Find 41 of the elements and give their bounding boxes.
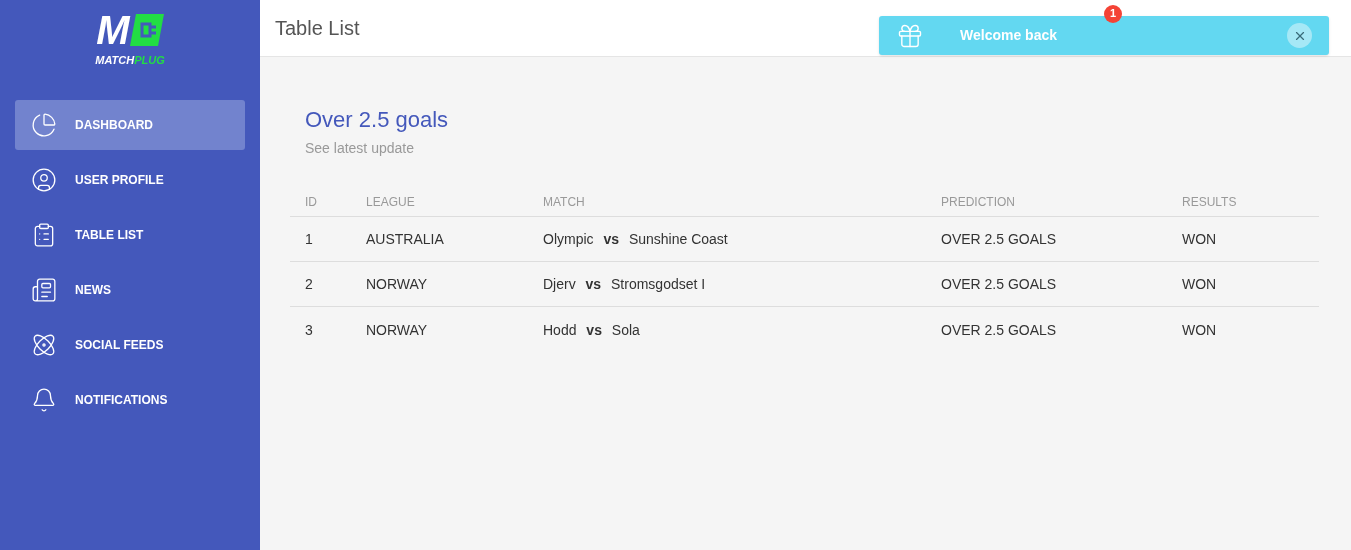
atom-icon xyxy=(31,332,57,358)
table-cell: 3 xyxy=(305,321,313,338)
table-cell: 2 xyxy=(305,276,313,292)
nav-item[interactable]: SOCIAL FEEDS xyxy=(15,320,245,370)
table-cell: NORWAY xyxy=(366,321,428,338)
nav-item[interactable]: NOTIFICATIONS xyxy=(15,375,245,425)
table-cell: WON xyxy=(1182,231,1217,247)
column-header: RESULTS xyxy=(1182,194,1237,209)
nav-item[interactable]: USER PROFILE xyxy=(15,155,245,205)
table-cell: WON xyxy=(1182,276,1217,292)
bell-icon xyxy=(31,387,57,413)
table-cell: AUSTRALIA xyxy=(366,231,444,247)
column-header: PREDICTION xyxy=(941,194,1015,209)
table-cell: 1 xyxy=(305,231,313,247)
close-button[interactable] xyxy=(1287,23,1312,48)
logo-text: MATCH xyxy=(95,54,135,66)
table-cell: Olympic vs Sunshine Coast xyxy=(543,231,728,247)
logo-mark: M xyxy=(96,10,130,50)
nav-item[interactable]: TABLE LIST xyxy=(15,210,245,260)
table-cell: OVER 2.5 GOALS xyxy=(941,276,1057,292)
card-title: Over 2.5 goals xyxy=(305,106,450,134)
table-cell: Djerv vs Stromsgodset I xyxy=(543,276,706,292)
logo-text: PLUG xyxy=(134,54,165,66)
toast-message: Welcome back xyxy=(960,26,1058,45)
table-cell: OVER 2.5 GOALS xyxy=(941,231,1057,247)
table-cell: NORWAY xyxy=(366,276,428,292)
user-icon xyxy=(31,167,57,193)
newspaper-icon xyxy=(31,277,57,303)
column-header: MATCH xyxy=(543,194,585,209)
nav-item[interactable]: NEWS xyxy=(15,265,245,315)
notification-badge: 1 xyxy=(1104,5,1122,23)
table-cell: Hodd vs Sola xyxy=(543,321,640,338)
column-header: ID xyxy=(305,194,317,209)
page-title: Table List xyxy=(275,16,360,41)
card-subtitle: See latest update xyxy=(305,139,415,158)
nav-item[interactable]: DASHBOARD xyxy=(15,100,245,150)
table-cell: WON xyxy=(1182,321,1217,338)
column-header: LEAGUE xyxy=(366,194,415,209)
plug-icon xyxy=(129,14,164,46)
table-cell: OVER 2.5 GOALS xyxy=(941,321,1057,338)
pie-chart-icon xyxy=(31,112,57,138)
